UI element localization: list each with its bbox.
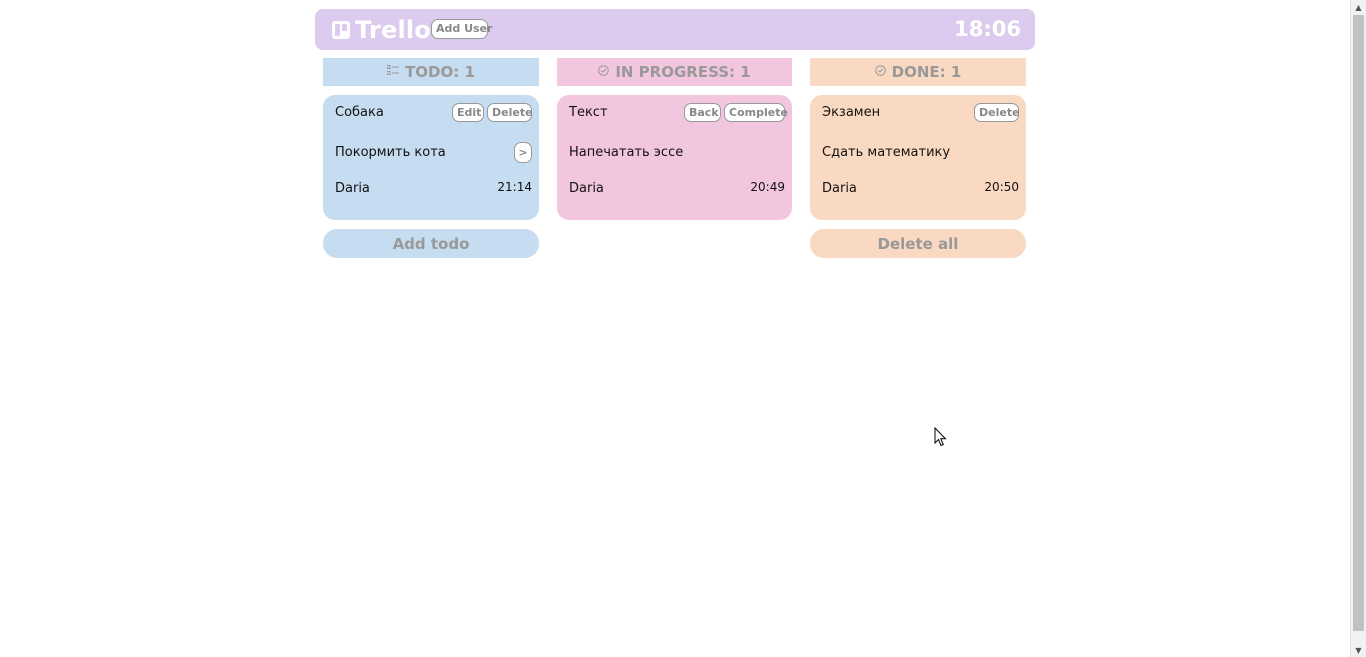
clock-check-icon: [598, 65, 610, 79]
card-time: 21:14: [497, 180, 532, 194]
complete-button[interactable]: Complete: [724, 103, 788, 122]
card-title: Экзамен: [822, 105, 881, 120]
add-user-button[interactable]: Add User: [431, 19, 492, 39]
in-progress-card: Текст Back Complete Напечатать эссе Dari…: [557, 95, 792, 220]
scroll-up-arrow-icon[interactable]: ▲: [1351, 0, 1366, 14]
column-header-in-progress: IN PROGRESS: 1: [557, 58, 792, 86]
edit-button[interactable]: Edit: [452, 103, 484, 122]
card-description: Сдать математику: [822, 145, 951, 160]
vertical-scrollbar[interactable]: ▲ ▼: [1350, 0, 1366, 657]
scrollbar-thumb[interactable]: [1353, 15, 1364, 631]
column-header-todo: TODO: 1: [323, 58, 539, 86]
todo-card: Собака Edit Delete Покормить кота > Dari…: [323, 95, 539, 220]
logo-text: Trello: [355, 16, 431, 44]
check-circle-icon: [874, 65, 886, 79]
delete-button[interactable]: Delete: [974, 103, 1020, 122]
column-title-in-progress: IN PROGRESS: 1: [615, 63, 751, 81]
column-header-done: DONE: 1: [810, 58, 1026, 86]
card-description: Напечатать эссе: [569, 145, 684, 160]
card-time: 20:49: [750, 180, 785, 194]
card-title: Собака: [335, 105, 384, 120]
list-icon: [386, 65, 400, 79]
column-title-done: DONE: 1: [891, 63, 962, 81]
page: Trello Add User 18:06 TODO: 1 IN PROGRES…: [0, 0, 1366, 657]
card-title: Текст: [569, 105, 608, 120]
card-user: Daria: [822, 181, 857, 196]
move-forward-button[interactable]: >: [514, 142, 532, 163]
mouse-cursor-icon: [934, 426, 948, 447]
column-title-todo: TODO: 1: [405, 63, 475, 81]
trello-logo-icon: [332, 21, 350, 39]
card-user: Daria: [335, 181, 370, 196]
logo: Trello: [332, 15, 431, 45]
done-card: Экзамен Delete Сдать математику Daria 20…: [810, 95, 1026, 220]
delete-button[interactable]: Delete: [487, 103, 533, 122]
card-user: Daria: [569, 181, 604, 196]
app-header: Trello Add User 18:06: [315, 9, 1035, 50]
delete-all-button[interactable]: Delete all: [810, 229, 1026, 258]
card-description: Покормить кота: [335, 145, 446, 160]
scroll-down-arrow-icon[interactable]: ▼: [1351, 643, 1366, 657]
add-todo-button[interactable]: Add todo: [323, 229, 539, 258]
back-button[interactable]: Back: [684, 103, 721, 122]
card-time: 20:50: [984, 180, 1019, 194]
clock: 18:06: [954, 17, 1021, 41]
